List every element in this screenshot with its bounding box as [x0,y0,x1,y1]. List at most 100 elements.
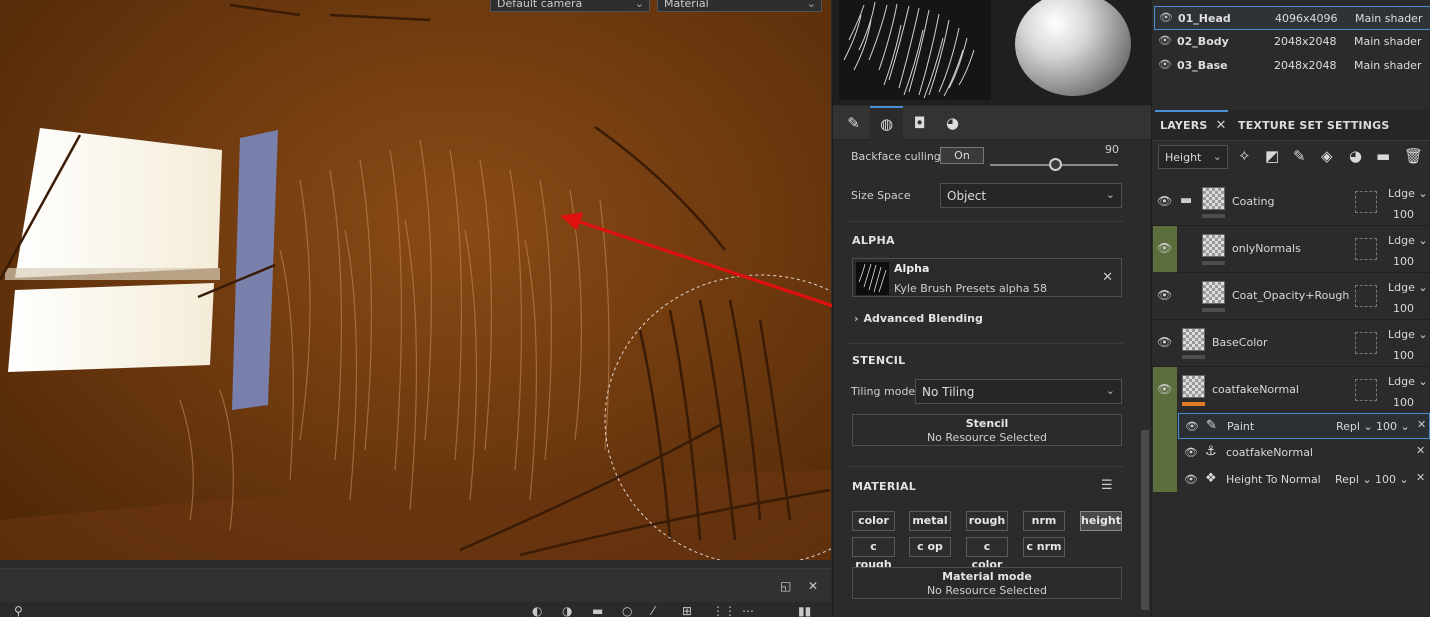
eye-icon[interactable]: 👁 [1157,382,1172,396]
display-icon[interactable]: ▬ [592,604,603,617]
backface-culling-toggle[interactable]: On [940,147,984,164]
layer-mask-slot[interactable] [1355,191,1377,213]
alpha-icon[interactable]: ◍ [870,106,903,140]
layer-row[interactable]: 👁 ▬ Coating Ldge ⌄ 100 [1152,179,1430,226]
material-mode-resource[interactable]: Material mode No Resource Selected [852,567,1122,599]
chip-rough[interactable]: rough [966,511,1008,531]
texture-set-name: 02_Body [1177,35,1229,48]
environment-icon[interactable]: ◑ [562,604,572,617]
layer-mask-slot[interactable] [1355,332,1377,354]
texture-set-row[interactable]: 👁 02_Body 2048x2048 Main shader [1154,30,1430,54]
camera-icon[interactable]: ○ [622,604,632,617]
texture-set-row[interactable]: 👁 03_Base 2048x2048 Main shader [1154,54,1430,78]
folder-icon[interactable]: ▬ [1376,147,1390,165]
stencil-icon[interactable]: ◘ [903,106,936,140]
pen-icon[interactable]: ⁄ [652,604,654,617]
layer-opacity[interactable]: 100 [1393,255,1414,268]
close-icon[interactable]: ✕ [1416,444,1425,457]
layer-opacity[interactable]: 100 [1393,349,1414,362]
eye-icon[interactable]: 👁 [1185,420,1199,433]
chip-nrm[interactable]: nrm [1023,511,1065,531]
channel-dropdown[interactable]: Material ⌄ [657,0,822,12]
size-space-select[interactable]: Object ⌄ [940,183,1122,208]
chip-c-rough[interactable]: c rough [852,537,895,571]
magic-wand-icon[interactable]: ✧ [1238,147,1251,165]
eye-icon[interactable]: 👁 [1158,58,1172,71]
effect-opacity[interactable]: 100 ⌄ [1376,420,1410,433]
chip-height[interactable]: height [1080,511,1122,531]
close-icon[interactable]: ✕ [808,579,818,593]
eye-icon[interactable]: 👁 [1157,335,1172,349]
eye-icon[interactable]: 👁 [1157,288,1172,302]
eye-icon[interactable]: 👁 [1159,11,1173,24]
effect-row[interactable]: 👁 ✎ Paint Repl ⌄ 100 ⌄ ✕ [1178,413,1430,439]
brush-icon[interactable]: ✎ [837,106,870,140]
properties-tabs: ✎ ◍ ◘ ◕ [833,106,1151,140]
eye-icon[interactable]: 👁 [1184,446,1198,459]
stencil-resource[interactable]: Stencil No Resource Selected [852,414,1122,446]
layer-opacity[interactable]: 100 [1393,396,1414,409]
tab-texture-set-settings[interactable]: TEXTURE SET SETTINGS [1238,110,1389,141]
layer-opacity[interactable]: 100 [1393,208,1414,221]
layer-row[interactable]: 👁 coatfakeNormal Ldge ⌄ 100 [1157,367,1430,414]
eye-icon[interactable]: 👁 [1157,241,1172,255]
layer-row[interactable]: 👁 Coat_Opacity+Rough Ldge ⌄ 100 [1152,273,1430,320]
chip-color[interactable]: color [852,511,895,531]
texture-set-row[interactable]: 👁 01_Head 4096x4096 Main shader [1154,6,1430,30]
layer-row[interactable]: 👁 BaseColor Ldge ⌄ 100 [1152,320,1430,367]
layer-row[interactable]: 👁 onlyNormals Ldge ⌄ 100 [1157,226,1430,273]
layer-blend-mode[interactable]: Ldge ⌄ [1388,328,1428,341]
chip-metal[interactable]: metal [909,511,951,531]
effect-blend-mode[interactable]: Repl ⌄ [1335,473,1372,486]
material-icon[interactable]: ◕ [936,106,969,140]
effect-row[interactable]: 👁 ⚓ coatfakeNormal ✕ [1178,440,1430,466]
layer-blend-mode[interactable]: Ldge ⌄ [1388,187,1428,200]
eye-icon[interactable]: 👁 [1184,473,1198,486]
close-icon[interactable]: ✕ [1216,118,1227,133]
eye-icon[interactable]: 👁 [1157,194,1172,208]
search-icon[interactable]: ⚲ [14,604,23,617]
effect-row[interactable]: 👁 ❖ Height To Normal Repl ⌄ 100 ⌄ ✕ [1178,467,1430,493]
grid-icon[interactable]: ⊞ [682,604,692,617]
layer-blend-mode[interactable]: Ldge ⌄ [1388,234,1428,247]
eye-icon[interactable]: 👁 [1158,34,1172,47]
viewport-dock-bar: ◱ ✕ [0,568,831,602]
slider-value[interactable]: 90 [1105,143,1119,156]
layer-mask-slot[interactable] [1355,238,1377,260]
layer-mask-slot[interactable] [1355,285,1377,307]
trash-icon[interactable]: 🗑 [1404,147,1423,165]
advanced-blending-toggle[interactable]: › Advanced Blending [854,312,983,325]
layer-blend-mode[interactable]: Ldge ⌄ [1388,375,1428,388]
camera-dropdown[interactable]: Default camera ⌄ [490,0,650,12]
close-icon[interactable]: ✕ [1417,418,1426,431]
effect-blend-mode[interactable]: Repl ⌄ [1336,420,1373,433]
effect-opacity[interactable]: 100 ⌄ [1375,473,1409,486]
scrollbar-thumb[interactable] [1141,430,1149,610]
smart-material-icon[interactable]: ◩ [1265,147,1279,165]
close-icon[interactable]: ✕ [1416,471,1425,484]
lighting-icon[interactable]: ◐ [532,604,542,617]
layout-icon[interactable]: ▮▮ [798,604,811,617]
split-icon[interactable]: ⋮⋮ [712,604,736,617]
layer-opacity[interactable]: 100 [1393,302,1414,315]
chip-c-op[interactable]: c op [909,537,951,557]
slider-handle[interactable] [1049,158,1062,171]
layer-mask-slot[interactable] [1355,379,1377,401]
paint-layer-icon[interactable]: ✎ [1293,147,1306,165]
3d-viewport[interactable]: Default camera ⌄ Material ⌄ [0,0,831,560]
maximize-icon[interactable]: ◱ [780,579,791,593]
fill-layer-icon[interactable]: ◈ [1321,147,1333,165]
scrollbar[interactable] [1139,140,1151,617]
chip-c-nrm[interactable]: c nrm [1023,537,1065,557]
layer-blend-mode[interactable]: Ldge ⌄ [1388,281,1428,294]
mask-icon[interactable]: ◕ [1349,147,1362,165]
render-icon[interactable]: ⋯ [742,604,754,617]
tiling-mode-select[interactable]: No Tiling ⌄ [915,379,1122,404]
chip-c-color[interactable]: c color [966,537,1008,571]
tab-layers[interactable]: LAYERS ✕ [1155,110,1228,141]
menu-icon[interactable]: ☰ [1101,478,1113,493]
channel-select[interactable]: Height ⌄ [1158,145,1228,169]
layers-toolbar: Height ⌄ ✧ ◩ ✎ ◈ ◕ ▬ 🗑 [1152,141,1430,175]
alpha-resource[interactable]: Alpha Kyle Brush Presets alpha 58 ✕ [852,258,1122,297]
close-icon[interactable]: ✕ [1102,270,1113,285]
